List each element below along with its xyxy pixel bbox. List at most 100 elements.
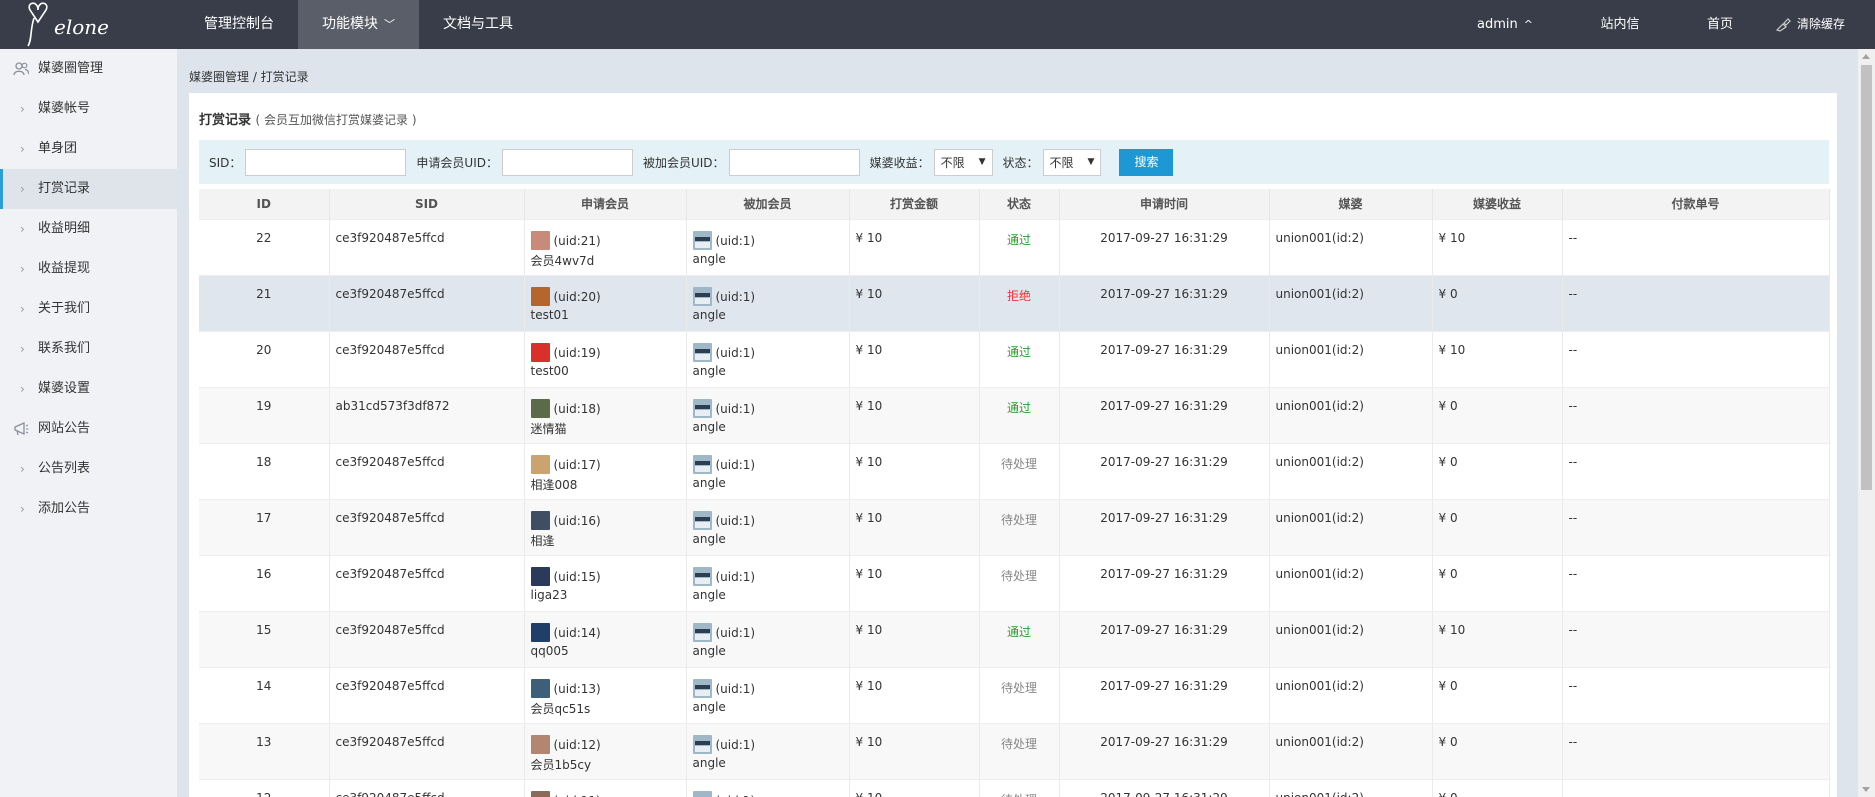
- table-row[interactable]: 18 ce3f920487e5ffcd (uid:17) 相逢008 (uid:1) an…: [199, 442, 1830, 499]
- income-select[interactable]: 不限 ▼: [933, 148, 993, 176]
- avatar[interactable]: [530, 231, 550, 250]
- scroll-up-arrow-icon[interactable]: [1862, 54, 1870, 59]
- scroll-thumb[interactable]: [1861, 65, 1872, 490]
- col-sid[interactable]: SID: [329, 189, 525, 219]
- home-link[interactable]: 首页: [1675, 0, 1765, 49]
- avatar[interactable]: [530, 287, 550, 306]
- table-row[interactable]: 17 ce3f920487e5ffcd (uid:16) 相逢 (uid:1) angle…: [199, 498, 1830, 555]
- apply-uid-input[interactable]: [501, 148, 633, 176]
- top-right-menu: admin ^ 站内信 首页 清除缓存: [1445, 0, 1875, 49]
- added-member-uid: (uid:1): [715, 569, 756, 584]
- sidebar-item-withdraw[interactable]: › 收益提现: [0, 249, 177, 289]
- col-id[interactable]: ID: [199, 189, 330, 219]
- cell-id: 22: [199, 218, 330, 275]
- sidebar-item-income-detail[interactable]: › 收益明细: [0, 209, 177, 249]
- avatar[interactable]: [530, 791, 550, 797]
- table-row[interactable]: 13 ce3f920487e5ffcd (uid:12) 会员1b5cy (uid:1)…: [199, 722, 1830, 779]
- cell-income: ¥ 10: [1432, 330, 1563, 387]
- avatar[interactable]: [530, 567, 550, 586]
- nav-console[interactable]: 管理控制台: [180, 0, 298, 49]
- col-matchmaker[interactable]: 媒婆: [1269, 189, 1433, 219]
- cell-matchmaker: union001(id:2): [1269, 218, 1433, 275]
- cell-matchmaker: union001(id:2): [1269, 554, 1433, 611]
- clear-cache-button[interactable]: 清除缓存: [1765, 0, 1875, 49]
- table-row[interactable]: 15 ce3f920487e5ffcd (uid:14) qq005 (uid:1) an…: [199, 610, 1830, 667]
- cell-id: 14: [199, 666, 330, 723]
- added-member-name: angle: [692, 307, 726, 322]
- sidebar-item-reward-records[interactable]: › 打赏记录: [0, 169, 177, 209]
- cell-sid: ce3f920487e5ffcd: [329, 610, 525, 667]
- nav-docs[interactable]: 文档与工具: [419, 0, 537, 49]
- added-member-name: angle: [692, 419, 726, 434]
- vertical-scrollbar[interactable]: [1858, 49, 1875, 797]
- avatar[interactable]: [530, 623, 550, 642]
- avatar[interactable]: [692, 343, 712, 362]
- nav-modules[interactable]: 功能模块 ﹀: [298, 0, 419, 49]
- caret-down-icon: ▼: [978, 157, 986, 167]
- avatar[interactable]: [692, 287, 712, 306]
- sidebar-item-add-notice[interactable]: › 添加公告: [0, 489, 177, 529]
- search-button[interactable]: 搜索: [1119, 148, 1174, 176]
- status-badge: 待处理: [1000, 456, 1037, 471]
- cell-id: 15: [199, 610, 330, 667]
- added-uid-input[interactable]: [728, 148, 860, 176]
- table-row[interactable]: 12ce3f920487e5ffcd (uid:11) (uid:1) ¥ 10 待处理…: [199, 778, 1830, 797]
- added-member-name: angle: [692, 251, 726, 266]
- table-row[interactable]: 14 ce3f920487e5ffcd (uid:13) 会员qc51s (uid:1)…: [199, 666, 1830, 723]
- status-badge: 待处理: [1000, 512, 1037, 527]
- logo[interactable]: elone: [24, 0, 154, 49]
- avatar[interactable]: [692, 679, 712, 698]
- table-row[interactable]: 16 ce3f920487e5ffcd (uid:15) liga23 (uid:1) a…: [199, 554, 1830, 611]
- sidebar-item-about[interactable]: › 关于我们: [0, 289, 177, 329]
- avatar[interactable]: [530, 343, 550, 362]
- status-select[interactable]: 不限 ▼: [1042, 148, 1102, 176]
- cell-pay-no: --: [1562, 442, 1830, 499]
- top-bar: elone 管理控制台 功能模块 ﹀ 文档与工具 admin ^ 站内信 首页 清除…: [0, 0, 1875, 49]
- sidebar-item-notice-list[interactable]: › 公告列表: [0, 449, 177, 489]
- col-income[interactable]: 媒婆收益: [1432, 189, 1563, 219]
- cell-amount: ¥ 10: [849, 778, 980, 797]
- col-apply-time[interactable]: 申请时间: [1059, 189, 1270, 219]
- cell-income: ¥ 0: [1432, 666, 1563, 723]
- avatar[interactable]: [530, 399, 550, 418]
- avatar[interactable]: [692, 455, 712, 474]
- avatar[interactable]: [692, 623, 712, 642]
- sidebar-item-accounts[interactable]: › 媒婆帐号: [0, 89, 177, 129]
- avatar[interactable]: [530, 455, 550, 474]
- avatar[interactable]: [692, 399, 712, 418]
- avatar[interactable]: [692, 735, 712, 754]
- avatar[interactable]: [692, 567, 712, 586]
- sid-input[interactable]: [245, 148, 407, 176]
- avatar[interactable]: [692, 791, 712, 797]
- col-applicant[interactable]: 申请会员: [524, 189, 687, 219]
- cell-applicant: (uid:21) 会员4wv7d: [524, 218, 687, 275]
- sid-label: SID：: [209, 155, 242, 170]
- messages-link[interactable]: 站内信: [1565, 0, 1675, 49]
- col-added-member[interactable]: 被加会员: [686, 189, 850, 219]
- table-row[interactable]: 21 ce3f920487e5ffcd (uid:20) test01 (uid:1) a…: [199, 274, 1830, 331]
- sidebar-group-notice[interactable]: 网站公告: [0, 409, 177, 449]
- table-row[interactable]: 19 ab31cd573f3df872 (uid:18) 迷情猫 (uid:1) angl…: [199, 386, 1830, 443]
- col-amount[interactable]: 打赏金额: [849, 189, 980, 219]
- col-pay-no[interactable]: 付款单号: [1562, 189, 1830, 219]
- table-row[interactable]: 22 ce3f920487e5ffcd (uid:21) 会员4wv7d (uid:1)…: [199, 218, 1830, 275]
- cell-matchmaker: union001(id:2): [1269, 610, 1433, 667]
- scroll-down-arrow-icon[interactable]: [1862, 787, 1870, 792]
- avatar[interactable]: [692, 511, 712, 530]
- avatar[interactable]: [530, 511, 550, 530]
- applicant-name: 会员4wv7d: [530, 253, 595, 268]
- col-status[interactable]: 状态: [979, 189, 1060, 219]
- avatar[interactable]: [530, 735, 550, 754]
- admin-menu[interactable]: admin ^: [1445, 0, 1565, 49]
- sidebar-item-contact[interactable]: › 联系我们: [0, 329, 177, 369]
- applicant-name: test00: [530, 363, 569, 378]
- sidebar-item-settings[interactable]: › 媒婆设置: [0, 369, 177, 409]
- sidebar-group-matchmaker[interactable]: 媒婆圈管理: [0, 49, 177, 89]
- avatar[interactable]: [692, 231, 712, 250]
- cell-applicant: (uid:17) 相逢008: [524, 442, 687, 499]
- status-badge: 待处理: [1000, 736, 1037, 751]
- table-row[interactable]: 20 ce3f920487e5ffcd (uid:19) test00 (uid:1) a…: [199, 330, 1830, 387]
- cell-income: ¥ 10: [1432, 610, 1563, 667]
- sidebar-item-singles[interactable]: › 单身团: [0, 129, 177, 169]
- avatar[interactable]: [530, 679, 550, 698]
